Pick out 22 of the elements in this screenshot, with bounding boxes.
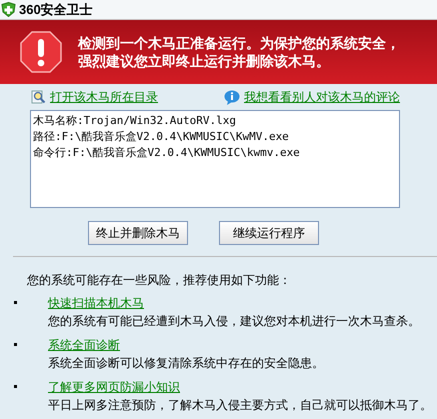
description: 平日上网多注意预防，了解木马入侵主要方式，自己就可以抵御木马了。 [48,398,432,412]
description: 您的系统有可能已经遭到木马入侵，建议您对本机进行一次木马查杀。 [48,314,420,328]
link[interactable]: 打开该木马所在目录 [31,88,158,106]
speech-bubble-icon [224,90,240,104]
action-button[interactable]: 终止并删除木马 [88,221,188,245]
detail-line: 命令行:F:\酷我音乐盒V2.0.4\KWMUSIC\kwmv.exe [33,145,301,161]
bullet-icon [14,385,16,388]
detail-line: 路径:F:\酷我音乐盒V2.0.4\KWMUSIC\KwMV.exe [33,129,290,145]
action-button[interactable]: 继续运行程序 [219,221,319,245]
link[interactable]: 快速扫描本机木马 [48,296,144,310]
link[interactable]: 了解更多网页防漏小知识 [48,380,180,394]
bullet-icon [14,301,16,304]
description: 系统全面诊断可以修复清除系统中存在的安全隐患。 [48,356,324,370]
link[interactable]: 系统全面诊断 [48,338,120,352]
magnifier-icon [31,90,46,104]
window-title: 360安全卫士 [19,0,93,19]
link[interactable]: 我想看看别人对该木马的评论 [224,88,400,106]
bullet-icon [14,343,16,346]
alert-message: 检测到一个木马正准备运行。为保护您的系统安全， 强烈建议您立即终止运行并删除该木马。 [78,34,400,70]
warning-icon [20,31,62,73]
detail-line: 木马名称:Trojan/Win32.AutoRV.lxg [33,113,237,129]
recommend-heading: 您的系统可能存在一些风险，推荐使用如下功能： [27,273,292,287]
